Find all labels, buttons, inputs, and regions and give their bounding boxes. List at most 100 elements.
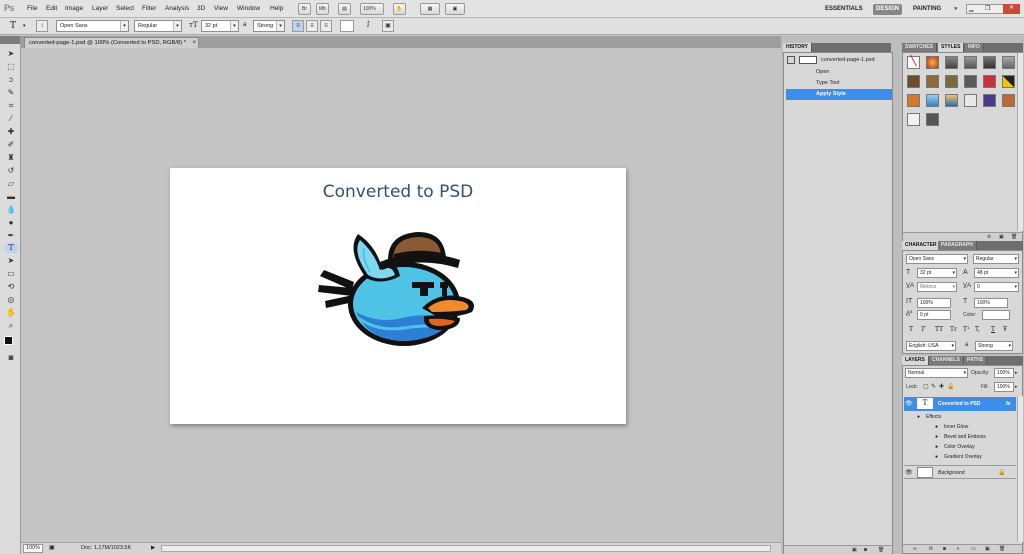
opacity-arrow-icon[interactable]: ▸ [1015, 370, 1018, 376]
brush-tool-icon[interactable]: ✐ [5, 140, 17, 150]
effect-eye-icon[interactable]: ● [935, 422, 938, 432]
tab-styles[interactable]: STYLES [938, 43, 965, 52]
menu-select[interactable]: Select [116, 5, 134, 12]
style-swatch-3[interactable] [945, 56, 958, 69]
underline-button[interactable]: T [991, 326, 995, 333]
new-group-icon[interactable]: ▭ [971, 545, 976, 553]
small-caps-button[interactable]: Tr [950, 326, 957, 333]
char-font-style[interactable]: Regular ▾ [973, 254, 1019, 264]
trash-icon[interactable]: 🗑 [878, 546, 884, 554]
font-style-select[interactable]: Regular ▾ [134, 20, 182, 32]
menu-window[interactable]: Window [237, 5, 260, 12]
effect-eye-icon[interactable]: ● [935, 442, 938, 452]
all-caps-button[interactable]: TT [935, 326, 943, 333]
style-swatch-16[interactable] [964, 94, 977, 107]
clear-style-icon[interactable]: ⊘ [987, 233, 991, 241]
tab-swatches[interactable]: SWATCHES [902, 43, 937, 52]
style-swatch-11[interactable] [983, 75, 996, 88]
horizontal-scrollbar[interactable] [161, 545, 771, 552]
style-swatch-14[interactable] [926, 94, 939, 107]
workspace-design[interactable]: DESIGN [873, 4, 903, 15]
style-swatch-7[interactable] [907, 75, 920, 88]
faux-italic-button[interactable]: T [921, 326, 925, 333]
arrange-documents-button[interactable]: ▦ [420, 3, 440, 15]
text-color-swatch[interactable] [340, 20, 354, 32]
menu-layer[interactable]: Layer [92, 5, 108, 12]
workspace-painting[interactable]: PAINTING [910, 4, 944, 15]
char-font-family[interactable]: Open Sans ▾ [906, 254, 968, 264]
add-style-icon[interactable]: fx [929, 545, 933, 553]
style-swatch-15[interactable] [945, 94, 958, 107]
style-none[interactable]: ╲ [907, 56, 920, 69]
canvas-text-layer[interactable]: Converted to PSD [170, 182, 626, 202]
toggle-orientation-icon[interactable]: ↕ [36, 20, 48, 32]
path-selection-tool-icon[interactable]: ➤ [5, 256, 17, 266]
hand-tool-icon[interactable]: ✋ [5, 308, 17, 318]
faux-bold-button[interactable]: T [909, 326, 913, 333]
style-swatch-6[interactable] [1002, 56, 1015, 69]
char-tracking[interactable]: 0 ▾ [974, 282, 1019, 292]
menu-file[interactable]: File [27, 5, 37, 12]
adjustment-layer-icon[interactable]: ◐ [957, 545, 960, 553]
new-style-icon[interactable]: ▣ [999, 233, 1004, 241]
move-tool-icon[interactable]: ➤ [5, 49, 17, 59]
add-mask-icon[interactable]: ◙ [943, 545, 946, 553]
history-snapshot[interactable]: converted-page-1.psd [786, 55, 892, 66]
extras-button[interactable]: ▤ [338, 3, 351, 15]
style-swatch-12[interactable] [1002, 75, 1015, 88]
history-item-type-tool[interactable]: Type Tool [786, 78, 892, 89]
fill-field[interactable]: 100% [994, 382, 1014, 392]
document-canvas[interactable]: Converted to PSD [170, 168, 626, 424]
chevron-down-icon[interactable]: ▾ [23, 23, 26, 29]
effect-eye-icon[interactable]: ● [935, 432, 938, 442]
new-document-icon[interactable]: ▣ [852, 546, 857, 554]
3d-orbit-tool-icon[interactable]: ◎ [5, 295, 17, 305]
style-swatch-4[interactable] [964, 56, 977, 69]
menu-view[interactable]: View [214, 5, 228, 12]
new-layer-icon[interactable]: ▣ [985, 545, 990, 553]
dodge-tool-icon[interactable]: ● [5, 218, 17, 228]
minibridge-button[interactable]: Mb [316, 3, 329, 15]
align-right-icon[interactable]: ≡ [320, 20, 332, 32]
tab-paragraph[interactable]: PARAGRAPH [938, 241, 977, 250]
minimize-icon[interactable]: ▁ [969, 5, 974, 12]
eraser-tool-icon[interactable]: ▱ [5, 179, 17, 189]
char-horizontal-scale[interactable]: 100% [974, 298, 1008, 308]
status-zoom-field[interactable]: 100% [23, 544, 43, 553]
char-color-swatch[interactable] [982, 310, 1010, 320]
opacity-field[interactable]: 100% [994, 368, 1014, 378]
menu-image[interactable]: Image [65, 5, 83, 12]
lock-pixels-icon[interactable]: ✎ [931, 383, 936, 390]
shape-tool-icon[interactable]: ▭ [5, 269, 17, 279]
effect-bevel-emboss[interactable]: ● Bevel and Emboss [904, 432, 1016, 442]
tab-info[interactable]: INFO [965, 43, 984, 52]
type-tool-icon[interactable]: T [5, 243, 17, 253]
style-swatch-13[interactable] [907, 94, 920, 107]
history-brush-tool-icon[interactable]: ↺ [5, 166, 17, 176]
tab-history[interactable]: HISTORY [783, 43, 812, 52]
layer-text[interactable]: 👁 T Converted to PSD fx [904, 397, 1016, 411]
warp-text-icon[interactable]: ꭍ [362, 20, 374, 32]
document-tab[interactable]: converted-page-1.psd @ 100% (Converted t… [24, 37, 200, 48]
style-swatch-20[interactable] [926, 113, 939, 126]
history-source-icon[interactable] [787, 55, 795, 64]
status-menu-arrow-icon[interactable]: ▶ [151, 543, 155, 554]
superscript-button[interactable]: T¹ [963, 326, 969, 333]
layer-background[interactable]: 👁 Background 🔒 [904, 465, 1016, 479]
link-layers-icon[interactable]: ∞ [913, 545, 917, 553]
char-baseline-shift[interactable]: 0 pt [917, 310, 951, 320]
layer-effects-group[interactable]: ● Effects [904, 412, 1016, 422]
font-size-select[interactable]: 32 pt ▾ [201, 20, 239, 32]
fill-arrow-icon[interactable]: ▸ [1015, 384, 1018, 390]
zoom-tool-icon[interactable]: ⌕ [5, 321, 17, 331]
history-item-apply-style[interactable]: Apply Style [786, 89, 892, 100]
antialias-select[interactable]: Strong ▾ [253, 20, 285, 32]
effect-inner-glow[interactable]: ● Inner Glow [904, 422, 1016, 432]
layer-visibility-eye-icon[interactable]: 👁 [905, 468, 913, 478]
pen-tool-icon[interactable]: ✒ [5, 231, 17, 241]
workspace-essentials[interactable]: ESSENTIALS [822, 4, 866, 15]
menu-analysis[interactable]: Analysis [165, 5, 189, 12]
style-swatch-8[interactable] [926, 75, 939, 88]
layers-scrollbar[interactable] [1017, 396, 1023, 542]
snapshot-camera-icon[interactable]: ◙ [864, 546, 867, 554]
